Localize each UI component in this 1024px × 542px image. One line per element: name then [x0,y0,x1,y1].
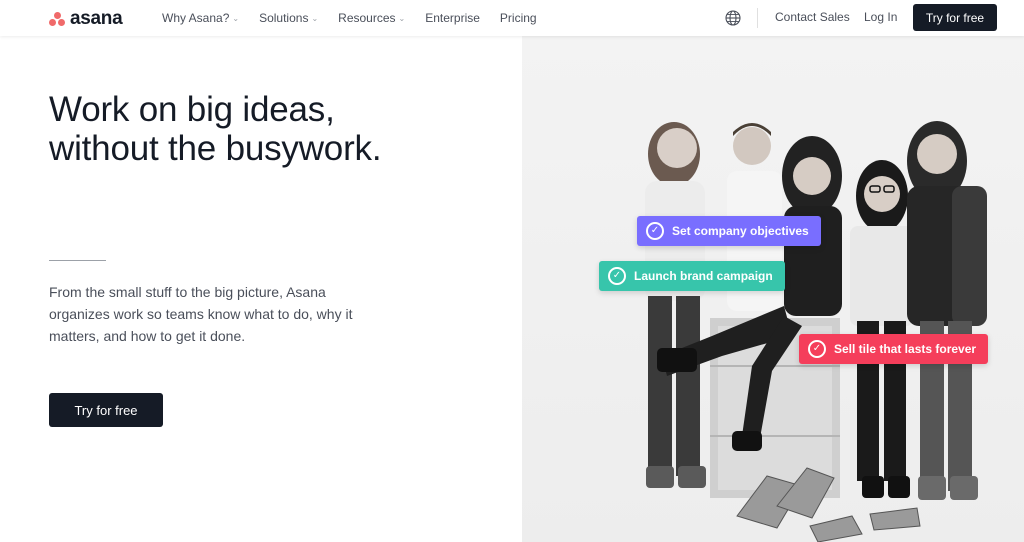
nav-solutions-label: Solutions [259,11,309,25]
hero-title: Work on big ideas, without the busywork. [49,90,489,168]
nav-why-asana[interactable]: Why Asana? ⌄ [162,11,239,25]
task-chip-set-company-objectives: ✓ Set company objectives [637,216,821,246]
top-navigation: asana Why Asana? ⌄ Solutions ⌄ Resources… [0,0,1024,36]
task-chip-sell-tile: ✓ Sell tile that lasts forever [799,334,989,364]
hero-try-free-button[interactable]: Try for free [49,393,163,427]
hero-title-line-2: without the busywork. [49,129,382,168]
chevron-down-icon: ⌄ [398,13,406,23]
task-label: Sell tile that lasts forever [834,342,977,356]
nav-resources[interactable]: Resources ⌄ [338,11,405,25]
login-link[interactable]: Log In [864,10,897,24]
asana-logo[interactable]: asana [49,8,123,30]
hero-team-photo: ✓ Set company objectives ✓ Launch brand … [522,36,1024,542]
nav-solutions[interactable]: Solutions ⌄ [259,11,318,25]
globe-icon[interactable] [725,10,741,26]
nav-pricing-label: Pricing [499,11,537,25]
hero-divider [49,260,106,261]
hero-title-line-1: Work on big ideas, [49,90,335,129]
chevron-down-icon: ⌄ [232,13,240,23]
nav-enterprise[interactable]: Enterprise [425,11,480,25]
check-circle-icon: ✓ [608,267,626,285]
check-circle-icon: ✓ [646,222,664,240]
hero-subtitle: From the small stuff to the big picture,… [49,284,353,344]
nav-why-asana-label: Why Asana? [162,11,230,25]
nav-enterprise-label: Enterprise [425,11,480,25]
check-circle-icon: ✓ [808,340,826,358]
asana-logo-icon [49,12,65,26]
contact-sales-link[interactable]: Contact Sales [775,10,850,24]
task-label: Launch brand campaign [634,269,773,283]
header-try-free-button[interactable]: Try for free [913,4,997,31]
chevron-down-icon: ⌄ [311,13,319,23]
nav-pricing[interactable]: Pricing [500,11,537,25]
task-chip-launch-brand-campaign: ✓ Launch brand campaign [599,261,785,291]
nav-resources-label: Resources [338,11,396,25]
logo-text: asana [70,8,123,29]
header-divider [757,8,758,28]
main-nav: Why Asana? ⌄ Solutions ⌄ Resources ⌄ Ent… [162,0,557,36]
task-label: Set company objectives [672,224,809,238]
